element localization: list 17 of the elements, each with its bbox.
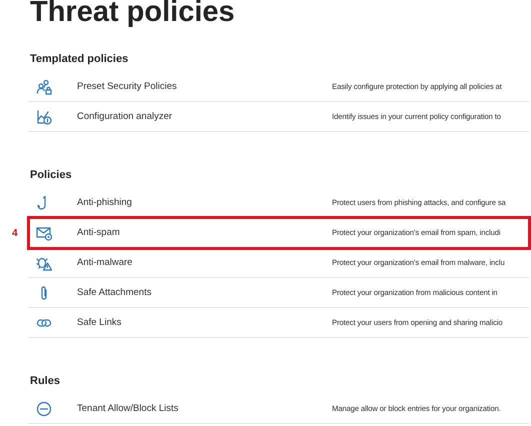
callout-number: 4 [12, 227, 18, 241]
policy-link[interactable]: Safe Links [77, 316, 332, 328]
section-heading: Templated policies [30, 52, 130, 67]
policy-link[interactable]: Configuration analyzer [77, 110, 332, 122]
policy-link[interactable]: Tenant Allow/Block Lists [77, 402, 332, 414]
section-heading: Policies [30, 168, 73, 183]
mail-gear-icon [36, 224, 52, 240]
policy-link[interactable]: Anti-phishing [77, 196, 332, 208]
page-title: Threat policies [30, 0, 236, 27]
policy-link[interactable]: Anti-malware [77, 256, 332, 268]
policy-link[interactable]: Safe Attachments [77, 286, 332, 298]
people-lock-icon [36, 78, 52, 94]
section-heading: Rules [30, 374, 61, 389]
minus-circle-icon [36, 400, 52, 416]
policy-link[interactable]: Anti-spam [77, 226, 332, 238]
policy-link[interactable]: Preset Security Policies [77, 80, 332, 92]
chart-info-icon [36, 108, 52, 124]
